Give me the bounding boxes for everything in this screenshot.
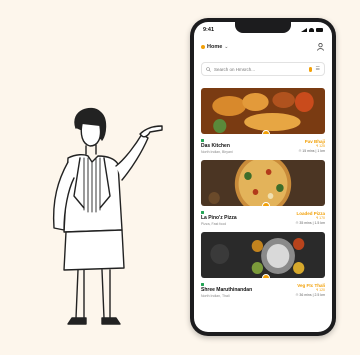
- delivery-meta: ⏱ 36 mins | 2.5 km: [295, 293, 325, 297]
- mic-icon[interactable]: [308, 66, 312, 72]
- battery-icon: [316, 28, 323, 32]
- veg-indicator-icon: [201, 283, 204, 286]
- signal-icon: [301, 28, 307, 32]
- delivery-meta: ⏱ 35 mins | 1.5 km: [295, 221, 325, 225]
- chevron-down-icon: ⌄: [224, 44, 229, 50]
- restaurant-cuisine: North Indian, Biryani: [201, 150, 233, 154]
- restaurant-cuisine: Pizza, Fast food: [201, 222, 227, 226]
- restaurant-image: [201, 160, 325, 206]
- offer-badge: [262, 130, 270, 134]
- restaurant-cuisine: North Indian, Thali: [201, 294, 230, 298]
- status-time: 9:41: [203, 27, 215, 33]
- restaurant-card[interactable]: Das Kitchen North Indian, Biryani Pav Bh…: [201, 88, 325, 158]
- offer-badge: [262, 274, 270, 278]
- restaurant-image: [201, 232, 325, 278]
- user-icon[interactable]: [316, 43, 325, 52]
- search-icon: [206, 66, 211, 72]
- app-screen: 9:41 Home ⌄ ☰: [194, 22, 332, 332]
- dish-price: ₹ 170: [315, 216, 325, 220]
- restaurant-name: Shree Maruthinandan: [201, 287, 253, 293]
- location-dot-icon: [201, 45, 205, 49]
- veg-indicator-icon: [201, 211, 204, 214]
- search-actions: ☰: [308, 66, 320, 72]
- dish-price: ₹ 125: [315, 144, 325, 148]
- veg-indicator-icon: [201, 139, 204, 142]
- phone-mockup: 9:41 Home ⌄ ☰: [190, 18, 336, 336]
- dish-price: ₹ 120: [315, 288, 325, 292]
- restaurant-card[interactable]: Shree Maruthinandan North Indian, Thali …: [201, 232, 325, 302]
- phone-notch: [235, 22, 291, 33]
- offer-badge: [262, 202, 270, 206]
- woman-pointing-illustration: [52, 107, 163, 325]
- wifi-icon: [309, 28, 314, 32]
- status-icons: [301, 28, 323, 32]
- delivery-meta: ⏱ 15 mins | 1 km: [298, 149, 325, 153]
- restaurant-image: [201, 88, 325, 134]
- search-bar[interactable]: ☰: [201, 62, 325, 76]
- restaurant-card[interactable]: La Pino'z Pizza Pizza, Fast food Loaded …: [201, 160, 325, 230]
- location-selector[interactable]: Home ⌄: [201, 44, 228, 50]
- restaurant-name: La Pino'z Pizza: [201, 215, 237, 221]
- restaurant-name: Das Kitchen: [201, 143, 230, 149]
- filter-icon[interactable]: ☰: [316, 66, 320, 72]
- app-header: Home ⌄: [201, 40, 325, 54]
- location-label: Home: [207, 44, 223, 50]
- search-input[interactable]: [214, 66, 294, 72]
